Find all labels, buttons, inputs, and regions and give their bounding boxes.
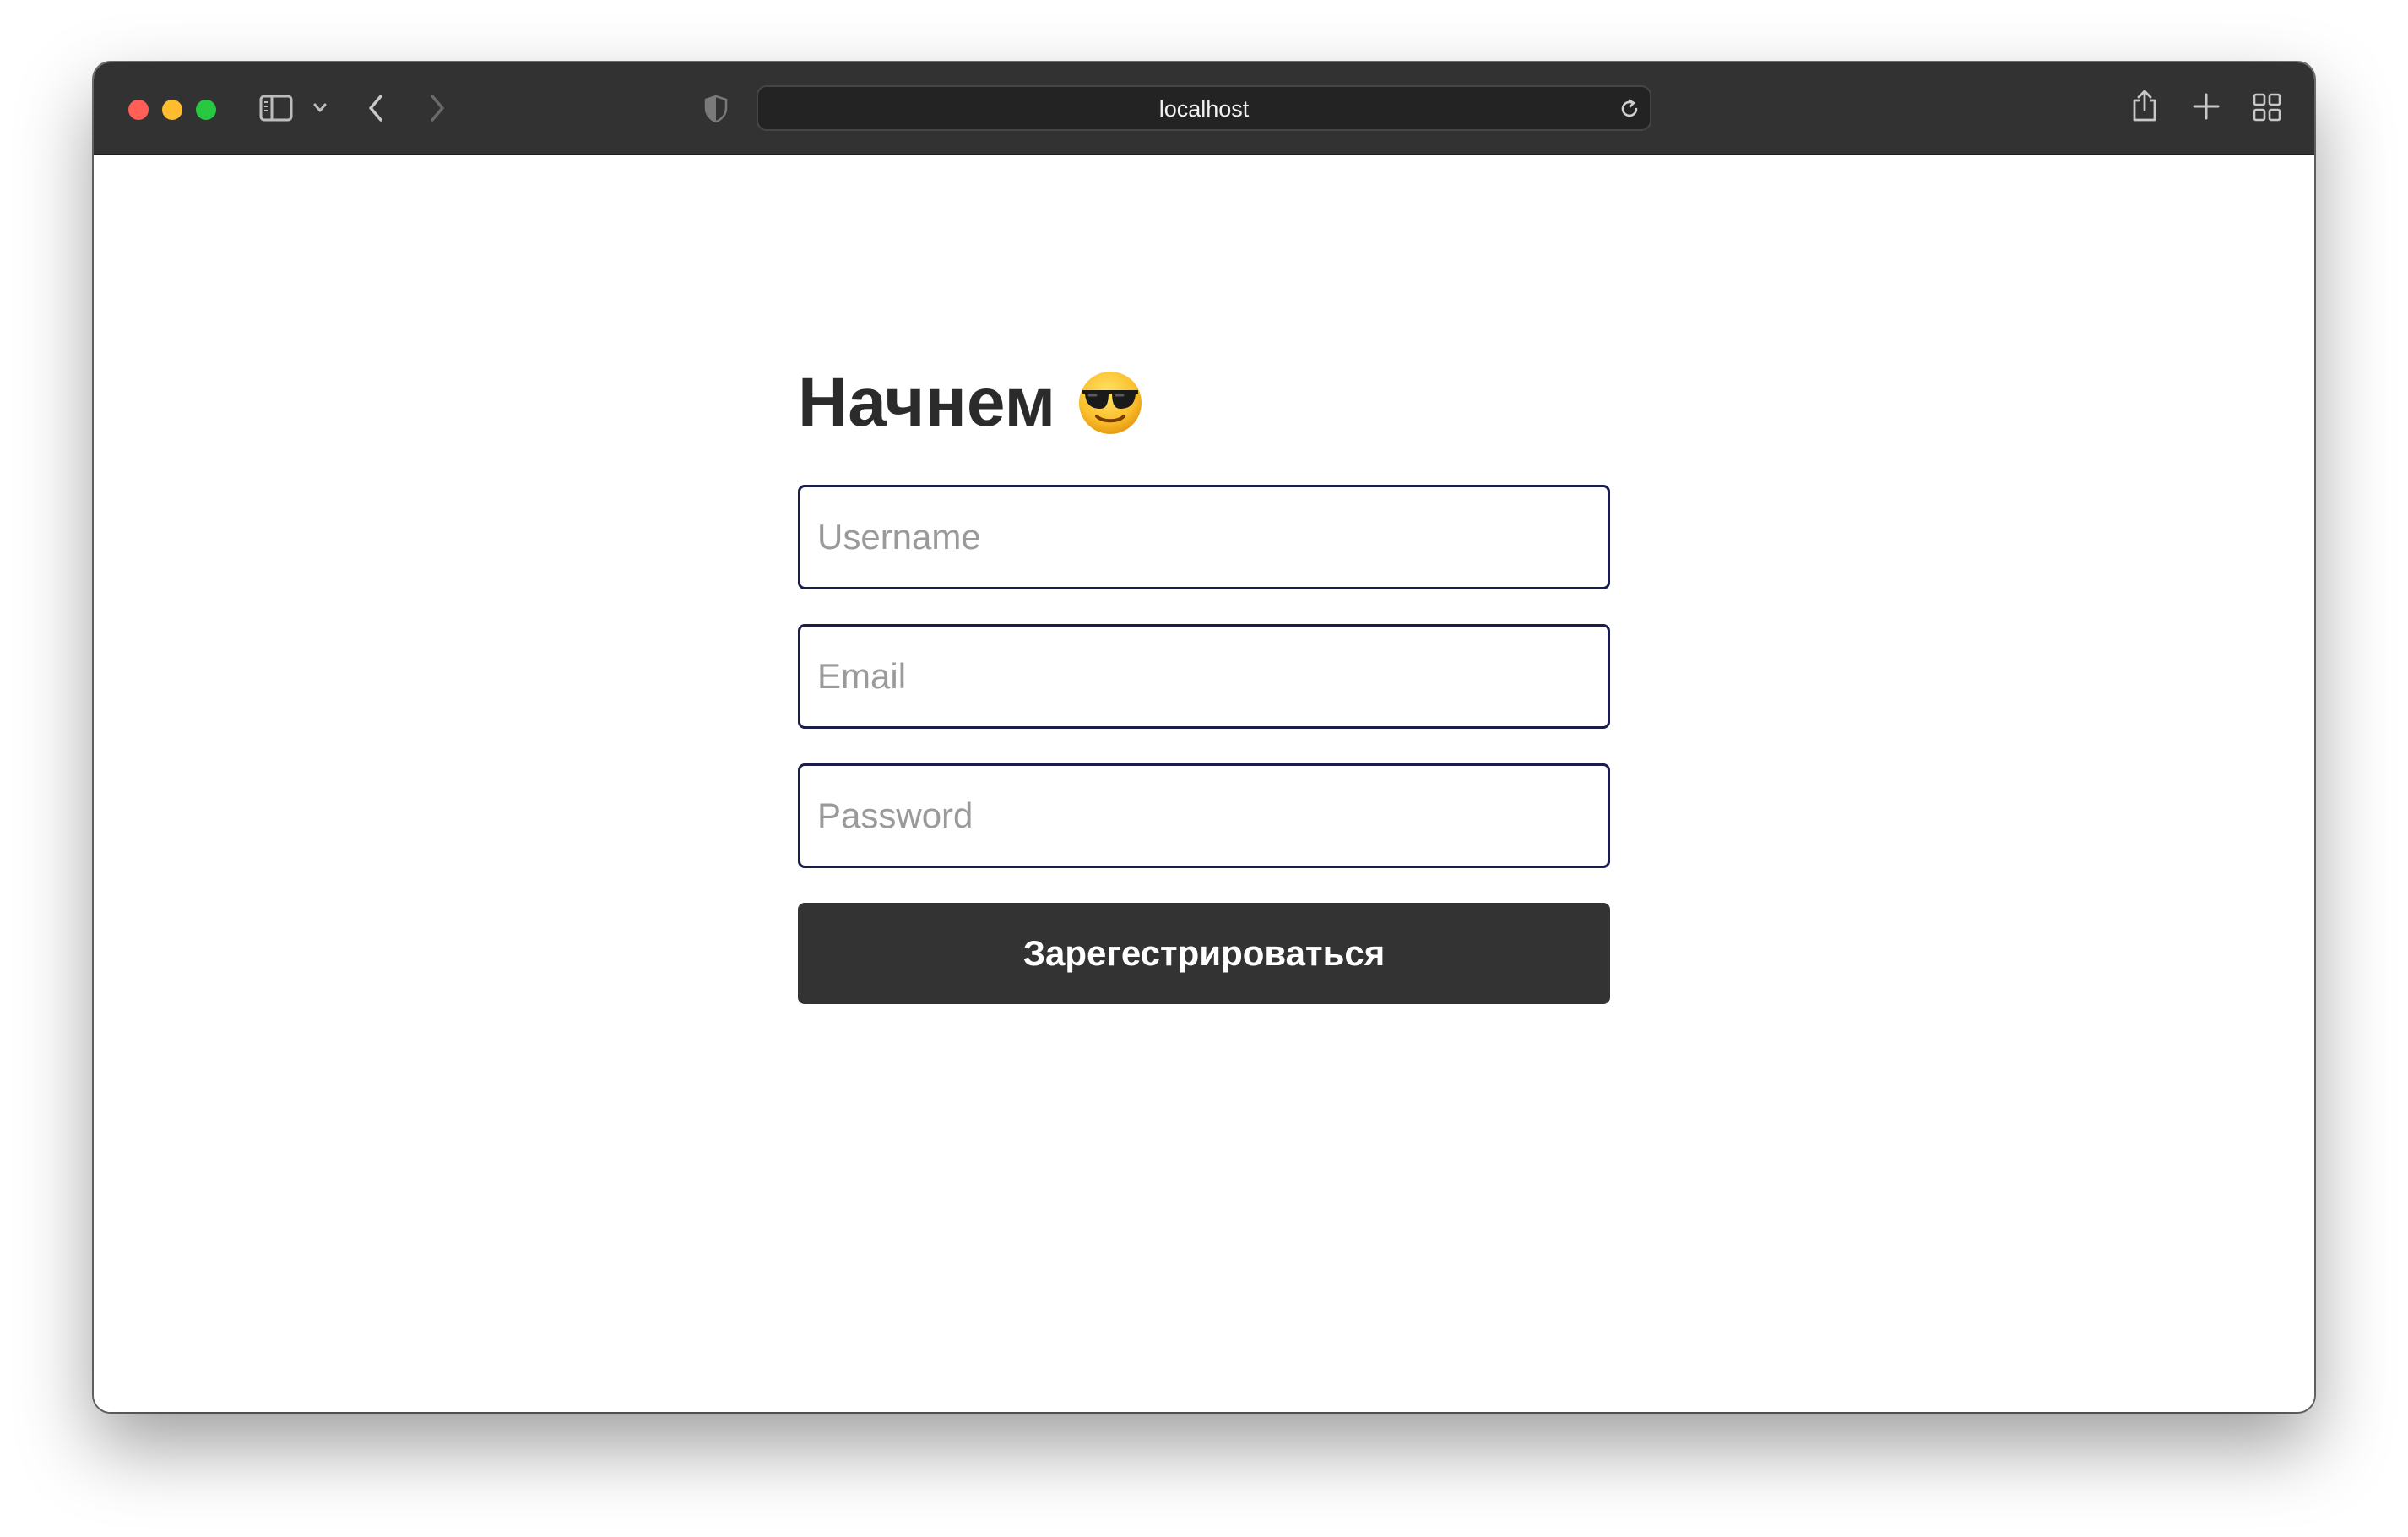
page-title-text: Начнем [798,364,1056,441]
register-button[interactable]: Зарегестрироваться [798,903,1610,1004]
signup-form: Начнем Username Email Зарегестрироваться [798,364,1610,1004]
url-text: localhost [1158,96,1250,122]
address-bar[interactable]: localhost [757,85,1651,131]
share-icon[interactable] [2130,88,2159,123]
reload-icon[interactable] [1618,97,1641,121]
back-arrow-icon[interactable] [366,94,385,122]
plus-icon[interactable] [2192,92,2221,121]
browser-toolbar: localhost [94,62,2314,155]
sunglasses-emoji-icon [1077,370,1143,436]
email-input[interactable] [798,624,1610,729]
forward-arrow-icon[interactable] [428,94,447,122]
page-content: Начнем Username Email Зарегестрироваться [94,155,2314,1412]
browser-window: localhost Начнем Username Email Зарегест… [94,62,2314,1412]
username-input[interactable] [798,485,1610,589]
tab-grid-icon[interactable] [2253,93,2281,122]
chevron-down-icon[interactable] [312,102,328,114]
minimize-window-button[interactable] [162,100,182,120]
sidebar-toggle-icon[interactable] [259,95,293,122]
maximize-window-button[interactable] [196,100,216,120]
page-title: Начнем [798,364,1610,441]
shield-icon[interactable] [703,95,729,123]
close-window-button[interactable] [128,100,149,120]
password-input[interactable] [798,763,1610,868]
